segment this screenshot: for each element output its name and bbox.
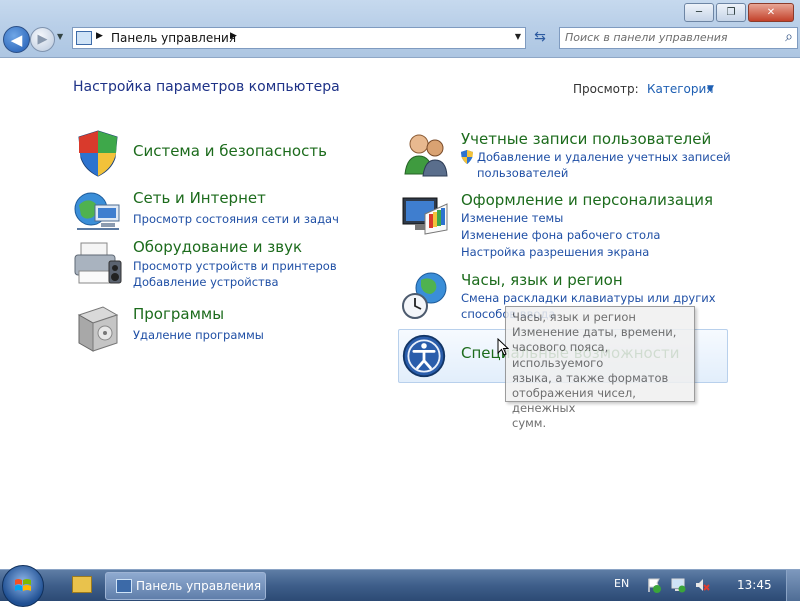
back-button[interactable]: ◀	[3, 26, 30, 53]
minimize-button[interactable]: ─	[684, 3, 714, 22]
forward-button[interactable]: ▶	[30, 27, 55, 52]
link-network-status[interactable]: Просмотр состояния сети и задач	[133, 212, 339, 226]
window-chrome: ─ ❐ ✕ ◀ ▶ ▼ ▶ Панель управления ▶ ▼ ⇆ ⌕	[0, 0, 800, 58]
explorer-folder-icon[interactable]	[72, 576, 92, 593]
monitor-palette-icon	[402, 197, 448, 235]
control-panel-icon	[116, 579, 132, 593]
control-panel-icon	[76, 31, 92, 45]
link-add-remove-accounts[interactable]: Добавление и удаление учетных записей	[477, 150, 731, 164]
users-icon	[404, 134, 448, 177]
page-title: Настройка параметров компьютера	[73, 79, 340, 95]
maximize-button[interactable]: ❐	[716, 3, 746, 22]
address-bar[interactable]: ▶ Панель управления ▶ ▼	[72, 27, 526, 49]
category-programs[interactable]: Программы Удаление программы	[73, 303, 373, 353]
tooltip-line: Изменение даты, времени,	[512, 325, 677, 340]
category-appearance[interactable]: Оформление и персонализация Изменение те…	[401, 190, 721, 260]
search-icon[interactable]: ⌕	[785, 29, 793, 45]
tooltip-line: языка, а также форматов	[512, 370, 669, 385]
link-add-remove-accounts-cont[interactable]: пользователей	[477, 166, 568, 180]
view-mode-selector[interactable]: Категория	[647, 82, 714, 96]
link-devices-printers[interactable]: Просмотр устройств и принтеров	[133, 259, 337, 273]
tooltip: Часы, язык и регион Изменение даты, врем…	[505, 306, 695, 430]
category-title[interactable]: Оборудование и звук	[133, 238, 302, 256]
system-clock[interactable]: 13:45	[737, 578, 772, 592]
tooltip-line: Часы, язык и регион	[512, 310, 636, 324]
category-title[interactable]: Учетные записи пользователей	[461, 130, 711, 148]
category-network[interactable]: Сеть и Интернет Просмотр состояния сети …	[73, 187, 373, 237]
taskbar-item-control-panel[interactable]: Панель управления	[105, 572, 266, 600]
clock-globe-icon	[402, 272, 447, 319]
view-label: Просмотр:	[573, 82, 639, 96]
link-change-theme[interactable]: Изменение темы	[461, 211, 563, 225]
category-user-accounts[interactable]: Учетные записи пользователей Добавление …	[401, 130, 731, 180]
link-screen-resolution[interactable]: Настройка разрешения экрана	[461, 245, 649, 259]
tooltip-line: часового пояса, используемого	[512, 340, 609, 370]
network-status-icon[interactable]	[670, 577, 686, 593]
start-button[interactable]	[2, 565, 44, 607]
chevron-down-icon[interactable]: ▼	[707, 84, 714, 94]
taskbar-item-label: Панель управления	[136, 579, 262, 593]
breadcrumb-arrow[interactable]: ▶	[96, 31, 103, 41]
close-button[interactable]: ✕	[748, 3, 794, 22]
search-input[interactable]	[565, 30, 770, 45]
category-hardware-sound[interactable]: Оборудование и звук Просмотр устройств и…	[73, 237, 373, 289]
printer-icon	[74, 242, 122, 284]
tooltip-line: отображения чисел, денежных	[512, 386, 636, 416]
breadcrumb-control-panel[interactable]: Панель управления	[111, 31, 236, 45]
tooltip-line: сумм.	[512, 416, 547, 431]
category-title[interactable]: Часы, язык и регион	[461, 271, 623, 289]
action-center-flag-icon[interactable]	[646, 577, 662, 593]
windows-logo-icon	[15, 579, 31, 591]
volume-muted-icon[interactable]	[694, 577, 710, 593]
programs-box-icon	[77, 306, 119, 352]
search-box[interactable]: ⌕	[559, 27, 798, 49]
uac-shield-icon	[461, 150, 473, 164]
category-system-security[interactable]: Система и безопасность	[73, 128, 373, 178]
link-uninstall-program[interactable]: Удаление программы	[133, 328, 264, 342]
link-change-keyboard[interactable]: Смена раскладки клавиатуры или других	[461, 291, 716, 305]
category-title[interactable]: Программы	[133, 305, 224, 323]
address-dropdown[interactable]: ▼	[515, 32, 521, 41]
window-controls: ─ ❐ ✕	[684, 3, 794, 22]
breadcrumb-arrow[interactable]: ▶	[230, 31, 237, 41]
link-change-background[interactable]: Изменение фона рабочего стола	[461, 228, 660, 242]
language-indicator[interactable]: EN	[614, 577, 629, 590]
category-title[interactable]: Сеть и Интернет	[133, 189, 266, 207]
network-globe-icon	[74, 192, 120, 230]
shield-icon	[78, 130, 118, 177]
category-title[interactable]: Система и безопасность	[133, 142, 327, 160]
taskbar: Панель управления EN 13:45	[0, 565, 800, 607]
recent-pages-dropdown[interactable]: ▼	[57, 32, 63, 41]
link-add-device[interactable]: Добавление устройства	[133, 275, 279, 289]
mouse-cursor-icon	[497, 338, 509, 356]
category-title[interactable]: Оформление и персонализация	[461, 191, 713, 209]
refresh-button[interactable]: ⇆	[529, 29, 551, 47]
show-desktop-button[interactable]	[786, 570, 800, 601]
accessibility-icon	[402, 334, 446, 378]
